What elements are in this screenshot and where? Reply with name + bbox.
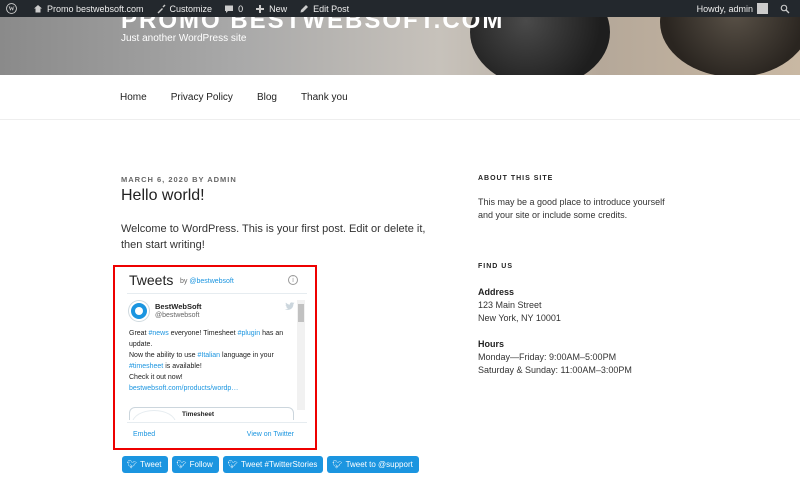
new-label: New: [269, 3, 288, 14]
tweet-text-part: is available!: [163, 363, 202, 370]
admin-site-link[interactable]: Promo bestwebsoft.com: [27, 0, 150, 17]
customize-label: Customize: [169, 3, 213, 14]
divider: [127, 422, 307, 423]
plus-icon: [256, 4, 265, 13]
twitter-bird-icon: 🐦︎: [127, 460, 138, 469]
tweet-text-part: everyone! Timesheet: [168, 330, 238, 337]
link-card-image: [132, 410, 176, 420]
embed-link[interactable]: Embed: [133, 431, 155, 438]
site-header: PROMO BESTWEBSOFT.COM Just another WordP…: [0, 17, 800, 75]
find-us-heading: FIND US: [478, 263, 513, 270]
tweet-text-part: language in your: [220, 352, 274, 359]
address-line: New York, NY 10001: [478, 313, 561, 323]
header-image-object: [660, 17, 800, 75]
tweet-author-name[interactable]: BestWebSoft: [155, 302, 202, 311]
twitter-bird-icon: 🐦︎: [332, 460, 343, 469]
post-meta: MARCH 6, 2020 BY ADMIN: [121, 175, 237, 184]
hashtag-link[interactable]: #plugin: [238, 330, 261, 337]
nav-item-privacy-policy[interactable]: Privacy Policy: [171, 92, 233, 103]
tweet-text-part: Great: [129, 330, 149, 337]
avatar: [757, 3, 768, 14]
tweet-button[interactable]: 🐦︎ Tweet: [122, 456, 168, 473]
pencil-icon: [300, 4, 309, 12]
svg-text:W: W: [8, 7, 14, 13]
home-icon: [34, 4, 42, 12]
tweets-by-handle[interactable]: @bestwebsoft: [189, 278, 233, 285]
about-text: This may be a good place to introduce yo…: [478, 197, 665, 220]
comments-count: 0: [238, 3, 244, 14]
twitter-bird-icon: 🐦︎: [176, 460, 187, 469]
search-icon[interactable]: [774, 0, 800, 17]
twitter-buttons: 🐦︎ Tweet 🐦︎ Follow 🐦︎ Tweet #TwitterStories…: [122, 456, 423, 473]
scrollbar-thumb[interactable]: [298, 304, 304, 322]
tweet-text-part: Now the ability to use: [129, 352, 198, 359]
tweet-link[interactable]: bestwebsoft.com/products/wordp…: [129, 385, 238, 392]
edit-post-link[interactable]: Edit Post: [293, 0, 355, 17]
tweet-hashtag-button[interactable]: 🐦︎ Tweet #TwitterStories: [222, 456, 324, 473]
twitter-bird-icon: 🐦︎: [227, 460, 238, 469]
about-heading: ABOUT THIS SITE: [478, 175, 554, 182]
button-label: Tweet to @support: [345, 460, 413, 469]
tweets-heading: Tweets: [129, 272, 174, 288]
comment-icon: [225, 5, 234, 13]
tweet-author-handle[interactable]: @bestwebsoft: [155, 312, 199, 319]
wordpress-logo-icon[interactable]: W: [0, 0, 27, 17]
nav-item-thank-you[interactable]: Thank you: [301, 92, 348, 103]
nav-item-home[interactable]: Home: [120, 92, 147, 103]
tweets-widget-highlight: Tweets by @bestwebsoft i BestWebSoft @be…: [113, 265, 317, 450]
hashtag-link[interactable]: #timesheet: [129, 363, 163, 370]
tweets-by-prefix: by: [180, 278, 188, 285]
hashtag-link[interactable]: #news: [148, 330, 168, 337]
tweet-link-card[interactable]: Timesheet: [129, 407, 294, 420]
howdy-text: Howdy, admin: [696, 3, 753, 14]
about-widget: ABOUT THIS SITE This may be a good place…: [478, 175, 678, 222]
site-tagline: Just another WordPress site: [121, 33, 247, 44]
link-card-title: Timesheet: [182, 411, 215, 418]
customize-link[interactable]: Customize: [150, 0, 219, 17]
admin-bar: W Promo bestwebsoft.com Customize 0 New …: [0, 0, 800, 17]
button-label: Follow: [189, 460, 213, 469]
comments-link[interactable]: 0: [218, 0, 249, 17]
address-line: 123 Main Street: [478, 300, 542, 310]
tweet-card: BestWebSoft @bestwebsoft Great #news eve…: [127, 295, 300, 420]
account-menu[interactable]: Howdy, admin: [691, 0, 774, 17]
hours-line: Monday—Friday: 9:00AM–5:00PM: [478, 352, 617, 362]
address-label: Address: [478, 287, 515, 297]
twitter-bird-icon[interactable]: [285, 302, 295, 313]
button-label: Tweet #TwitterStories: [240, 460, 318, 469]
brush-icon: [157, 4, 166, 13]
admin-site-name: Promo bestwebsoft.com: [47, 3, 144, 14]
tweet-to-support-button[interactable]: 🐦︎ Tweet to @support: [327, 456, 419, 473]
new-link[interactable]: New: [249, 0, 293, 17]
hours-label: Hours: [478, 339, 505, 349]
tweets-scrollbar[interactable]: [297, 300, 305, 410]
tweets-by: by @bestwebsoft: [180, 278, 234, 285]
tweet-text: Great #news everyone! Timesheet #plugin …: [129, 328, 294, 394]
find-us-widget: FIND US Address 123 Main Street New York…: [478, 263, 678, 377]
view-on-twitter-link[interactable]: View on Twitter: [247, 431, 294, 438]
tweets-widget: Tweets by @bestwebsoft i BestWebSoft @be…: [121, 267, 308, 448]
post-body: Welcome to WordPress. This is your first…: [121, 223, 426, 251]
edit-post-label: Edit Post: [313, 3, 350, 14]
hours-line: Saturday & Sunday: 11:00AM–3:00PM: [478, 365, 632, 375]
nav-item-blog[interactable]: Blog: [257, 92, 277, 103]
info-icon[interactable]: i: [288, 275, 298, 285]
main-navigation: Home Privacy Policy Blog Thank you: [0, 75, 800, 120]
hashtag-link[interactable]: #Italian: [197, 352, 220, 359]
follow-button[interactable]: 🐦︎ Follow: [171, 456, 219, 473]
divider: [127, 293, 307, 294]
tweet-avatar[interactable]: [129, 301, 149, 321]
button-label: Tweet: [140, 460, 162, 469]
post-title[interactable]: Hello world!: [121, 187, 205, 205]
tweet-text-part: Check it out now!: [129, 374, 183, 381]
